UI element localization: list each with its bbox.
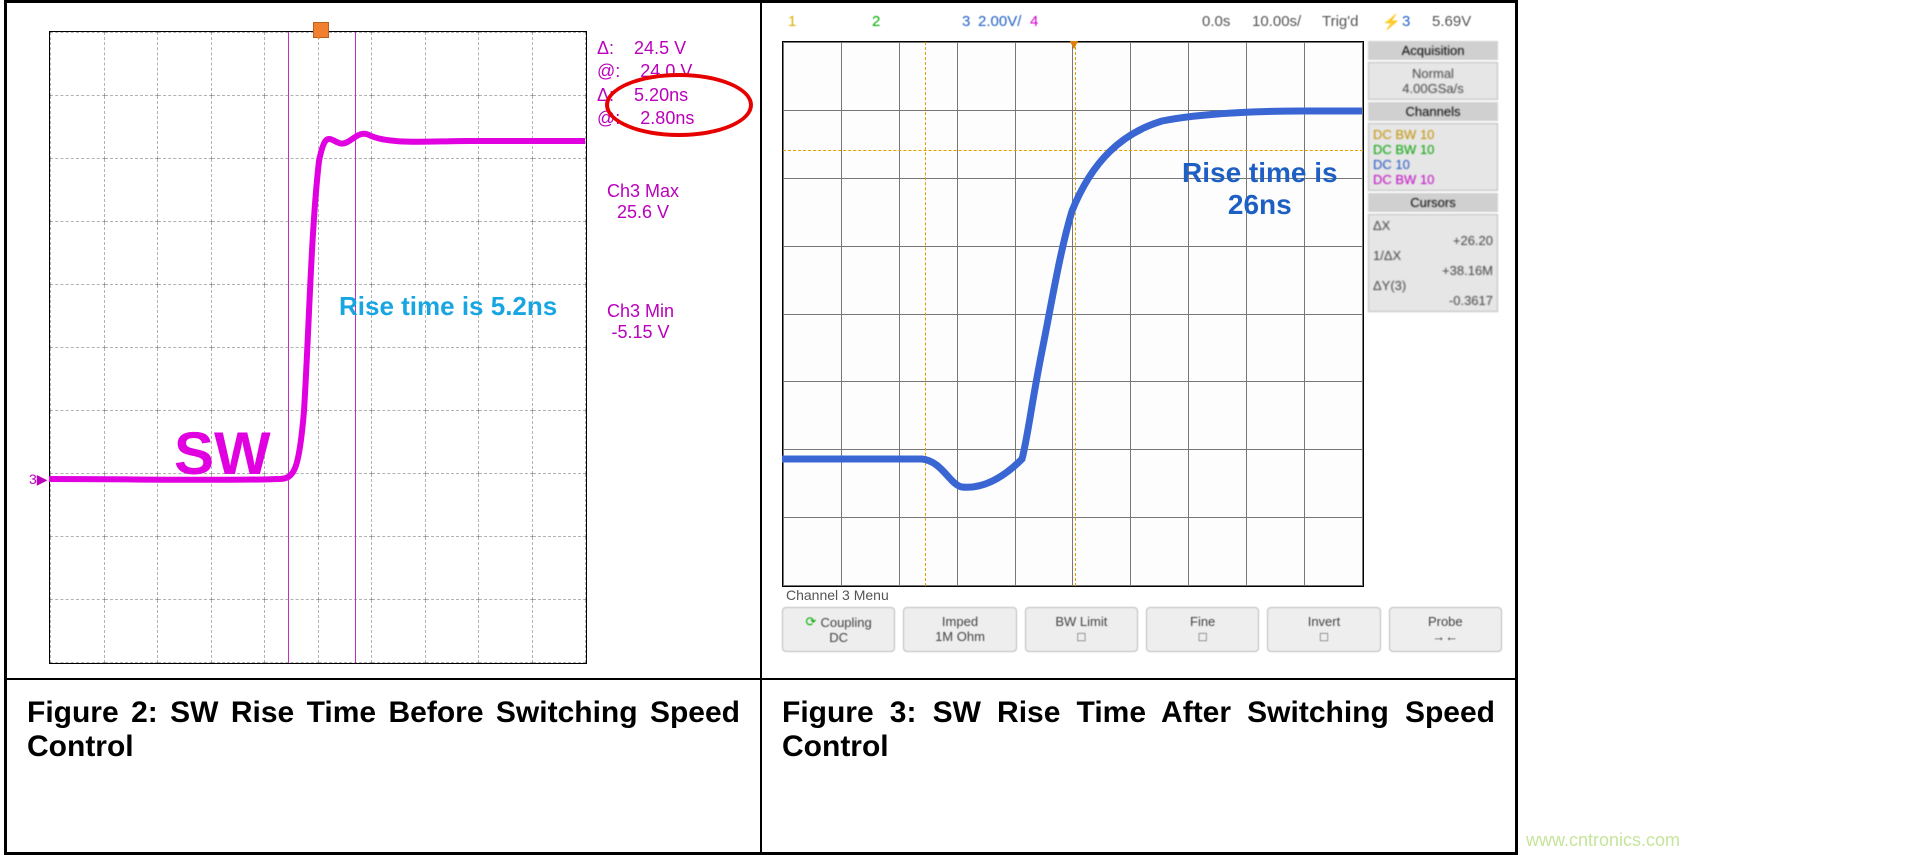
figure-2-panel: T SW Rise time is 5.2ns Δ: 24.5 V @: 24.…: [6, 2, 761, 679]
idx-val: +38.16M: [1373, 263, 1493, 278]
fig3-ann-l2: 26ns: [1182, 189, 1338, 221]
ch3-row: DC 10: [1373, 157, 1493, 172]
ch1-label: 1: [788, 13, 796, 30]
btn2-l2: □: [1036, 629, 1127, 644]
btn0-l2: DC: [793, 630, 884, 645]
acq-mode: Normal: [1373, 66, 1493, 81]
scope1-trace: [49, 31, 585, 662]
ch3min: Ch3 Min -5.15 V: [607, 301, 674, 343]
dy-val: -0.3617: [1373, 293, 1493, 308]
btn-imped[interactable]: Imped 1M Ohm: [903, 607, 1016, 652]
btn4-l2: □: [1278, 629, 1369, 644]
btn-probe[interactable]: Probe →←: [1389, 607, 1502, 652]
ch3min-label: Ch3 Min: [607, 301, 674, 322]
btn5-l1: Probe: [1400, 614, 1491, 629]
acq-rate: 4.00GSa/s: [1373, 81, 1493, 96]
edge-icon: ⚡: [1382, 13, 1401, 31]
delta-val: 24.5 V: [634, 38, 686, 58]
watermark: www.cntronics.com: [1526, 830, 1680, 851]
ch4-label: 4: [1030, 13, 1038, 30]
ch3-label: 3: [962, 13, 970, 30]
ch3max-val: 25.6 V: [607, 202, 679, 223]
ch2-label: 2: [872, 13, 880, 30]
scope2-sidepanel: Acquisition Normal 4.00GSa/s Channels DC…: [1368, 41, 1498, 314]
cursors-header: Cursors: [1368, 193, 1498, 212]
btn1-l1: Imped: [914, 614, 1005, 629]
fig3-caption: Figure 3: SW Rise Time After Switching S…: [761, 679, 1516, 853]
dx-label: ΔX: [1373, 218, 1390, 233]
vscale: 2.00V/: [978, 13, 1021, 30]
ch3min-val: -5.15 V: [607, 322, 674, 343]
dx-val: +26.20: [1373, 233, 1493, 248]
cycle-icon: ⟳: [806, 614, 817, 630]
cursors-values: ΔX +26.20 1/ΔX +38.16M ΔY(3) -0.3617: [1368, 214, 1498, 312]
btn2-l1: BW Limit: [1036, 614, 1127, 629]
btn3-l1: Fine: [1157, 614, 1248, 629]
ch-marker-icon: 3▶: [29, 471, 48, 488]
channels-header: Channels: [1368, 102, 1498, 121]
trig-src: 3: [1402, 13, 1410, 30]
fig2-annotation: Rise time is 5.2ns: [339, 291, 557, 322]
btn3-l2: □: [1157, 629, 1248, 644]
btn4-l1: Invert: [1278, 614, 1369, 629]
btn0-l1: Coupling: [820, 615, 871, 630]
trig-mode: Trig'd: [1322, 13, 1358, 30]
idx-label: 1/ΔX: [1373, 248, 1401, 263]
scope2-menu: ⟳Coupling DC Imped 1M Ohm BW Limit □ Fin…: [782, 607, 1502, 652]
tdiv: 10.00s/: [1252, 13, 1301, 30]
channel-menu-label: Channel 3 Menu: [786, 587, 889, 603]
ch4-row: DC BW 10: [1373, 172, 1493, 187]
fig3-ann-l1: Rise time is: [1182, 157, 1338, 189]
ch3max-label: Ch3 Max: [607, 181, 679, 202]
scope2: 1 2 3 2.00V/ 4 0.0s 10.00s/ Trig'd ⚡ 3 5…: [782, 7, 1502, 675]
dy-label: ΔY(3): [1373, 278, 1406, 293]
trig-level: 5.69V: [1432, 13, 1471, 30]
scope1: T SW Rise time is 5.2ns Δ: 24.5 V @: 24.…: [49, 31, 745, 665]
delta-label: Δ:: [597, 38, 614, 58]
btn5-l2: →←: [1400, 629, 1491, 644]
trace-label: SW: [174, 419, 271, 488]
at-label: @:: [597, 61, 620, 81]
btn-coupling[interactable]: ⟳Coupling DC: [782, 607, 895, 652]
scope2-trace: [782, 41, 1362, 585]
acq-header: Acquisition: [1368, 41, 1498, 60]
ch1-row: DC BW 10: [1373, 127, 1493, 142]
ch2-row: DC BW 10: [1373, 142, 1493, 157]
btn-fine[interactable]: Fine □: [1146, 607, 1259, 652]
btn1-l2: 1M Ohm: [914, 629, 1005, 644]
highlight-circle-icon: [605, 73, 753, 137]
tpos: 0.0s: [1202, 13, 1230, 30]
ch3max: Ch3 Max 25.6 V: [607, 181, 679, 223]
acq-values: Normal 4.00GSa/s: [1368, 62, 1498, 100]
figure-3-panel: 1 2 3 2.00V/ 4 0.0s 10.00s/ Trig'd ⚡ 3 5…: [761, 2, 1516, 679]
channels-list: DC BW 10 DC BW 10 DC 10 DC BW 10: [1368, 123, 1498, 191]
btn-bwlimit[interactable]: BW Limit □: [1025, 607, 1138, 652]
fig3-annotation: Rise time is 26ns: [1182, 157, 1338, 221]
fig2-caption: Figure 2: SW Rise Time Before Switching …: [6, 679, 761, 853]
btn-invert[interactable]: Invert □: [1267, 607, 1380, 652]
